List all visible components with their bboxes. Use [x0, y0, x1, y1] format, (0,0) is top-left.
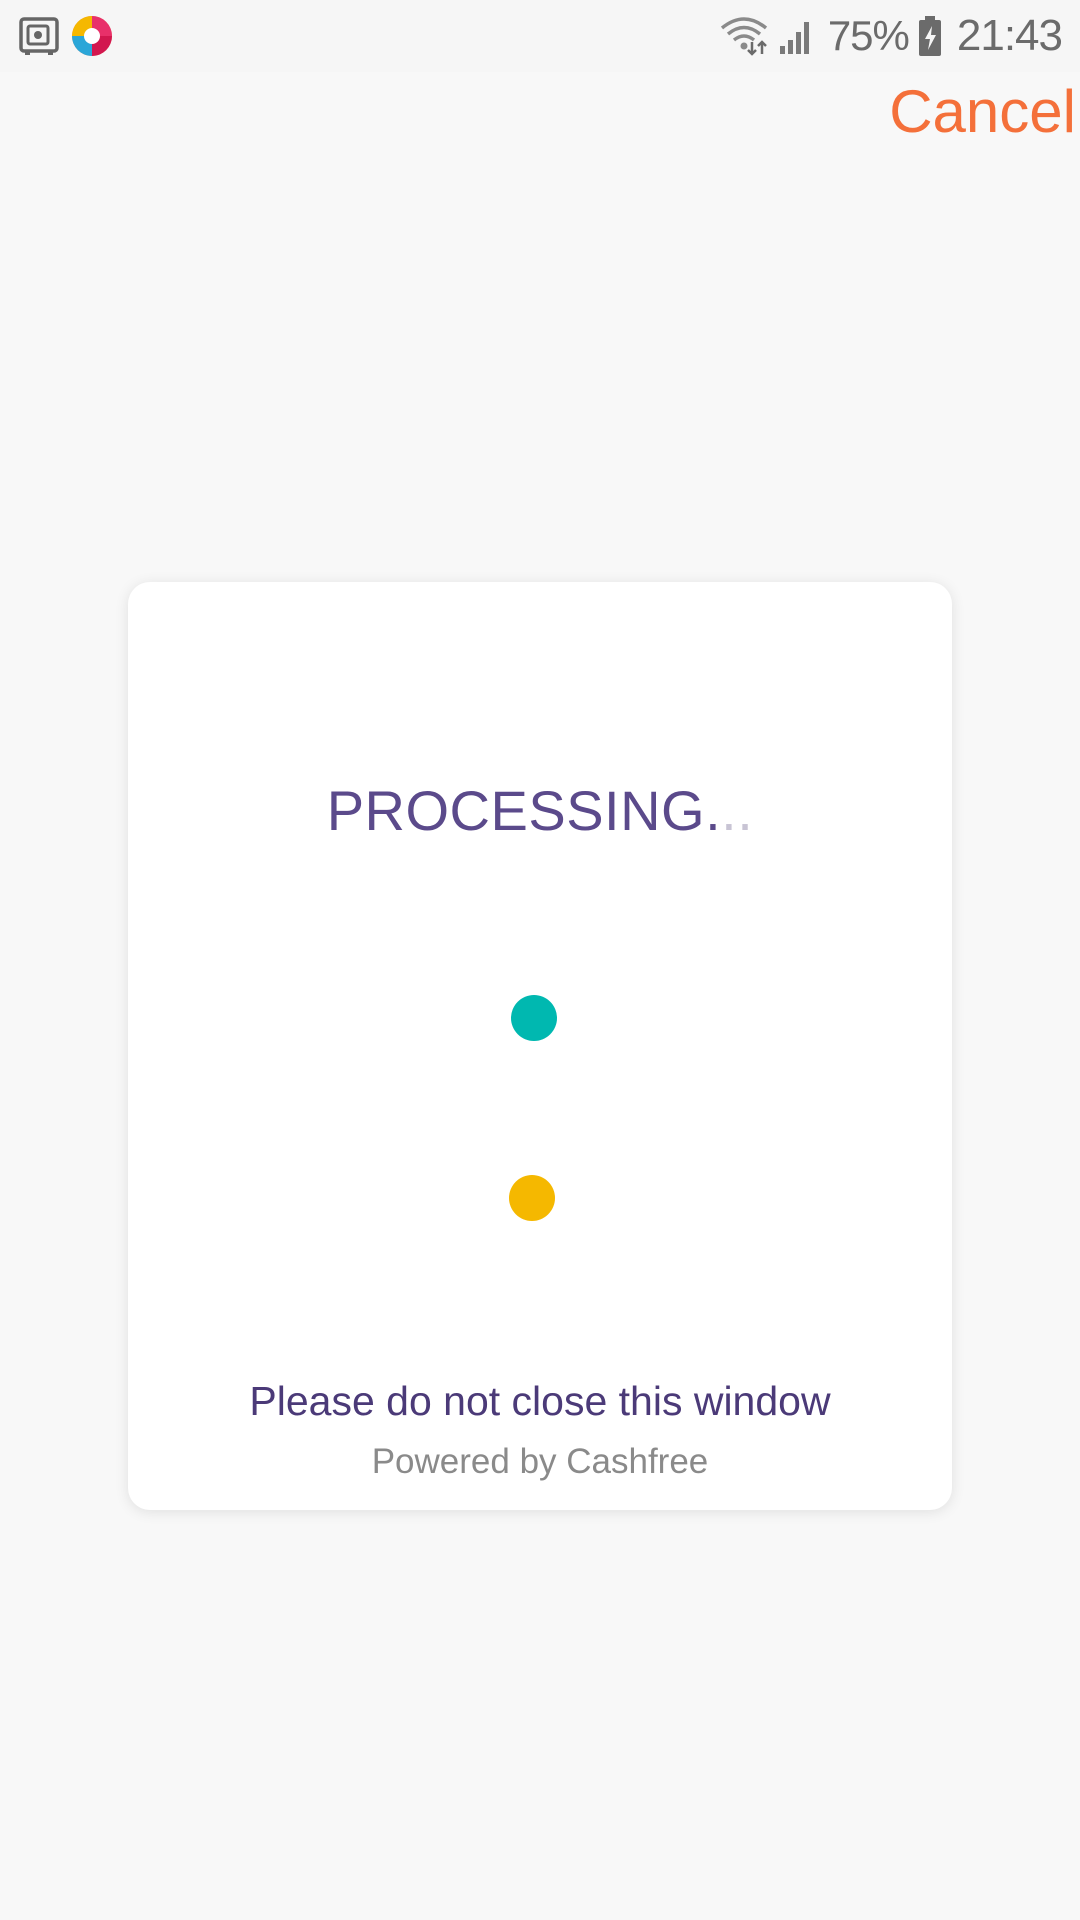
processing-title: PROCESSING...	[128, 778, 952, 843]
status-bar: 75% 21:43	[0, 0, 1080, 72]
powered-by-label: Powered by Cashfree	[371, 1442, 709, 1481]
status-bar-right: 75% 21:43	[718, 0, 1063, 72]
app-logo-icon	[72, 16, 112, 56]
clock-time: 21:43	[956, 11, 1063, 60]
battery-percent: 75%	[827, 12, 910, 59]
loader-dot-teal	[511, 995, 557, 1041]
battery-icon	[918, 16, 941, 56]
processing-title-text: PROCESSING	[326, 779, 706, 842]
processing-card: PROCESSING... Please do not close this w…	[128, 582, 952, 1510]
processing-title-dot: .	[705, 779, 722, 842]
do-not-close-warning: Please do not close this window	[249, 1378, 831, 1424]
signal-icon	[779, 22, 809, 54]
loader-dot-yellow	[509, 1175, 555, 1221]
processing-title-faded-dots: ..	[721, 779, 754, 842]
wifi-icon	[720, 17, 767, 56]
safe-icon	[19, 17, 59, 55]
cancel-button[interactable]: Cancel	[889, 82, 1076, 142]
